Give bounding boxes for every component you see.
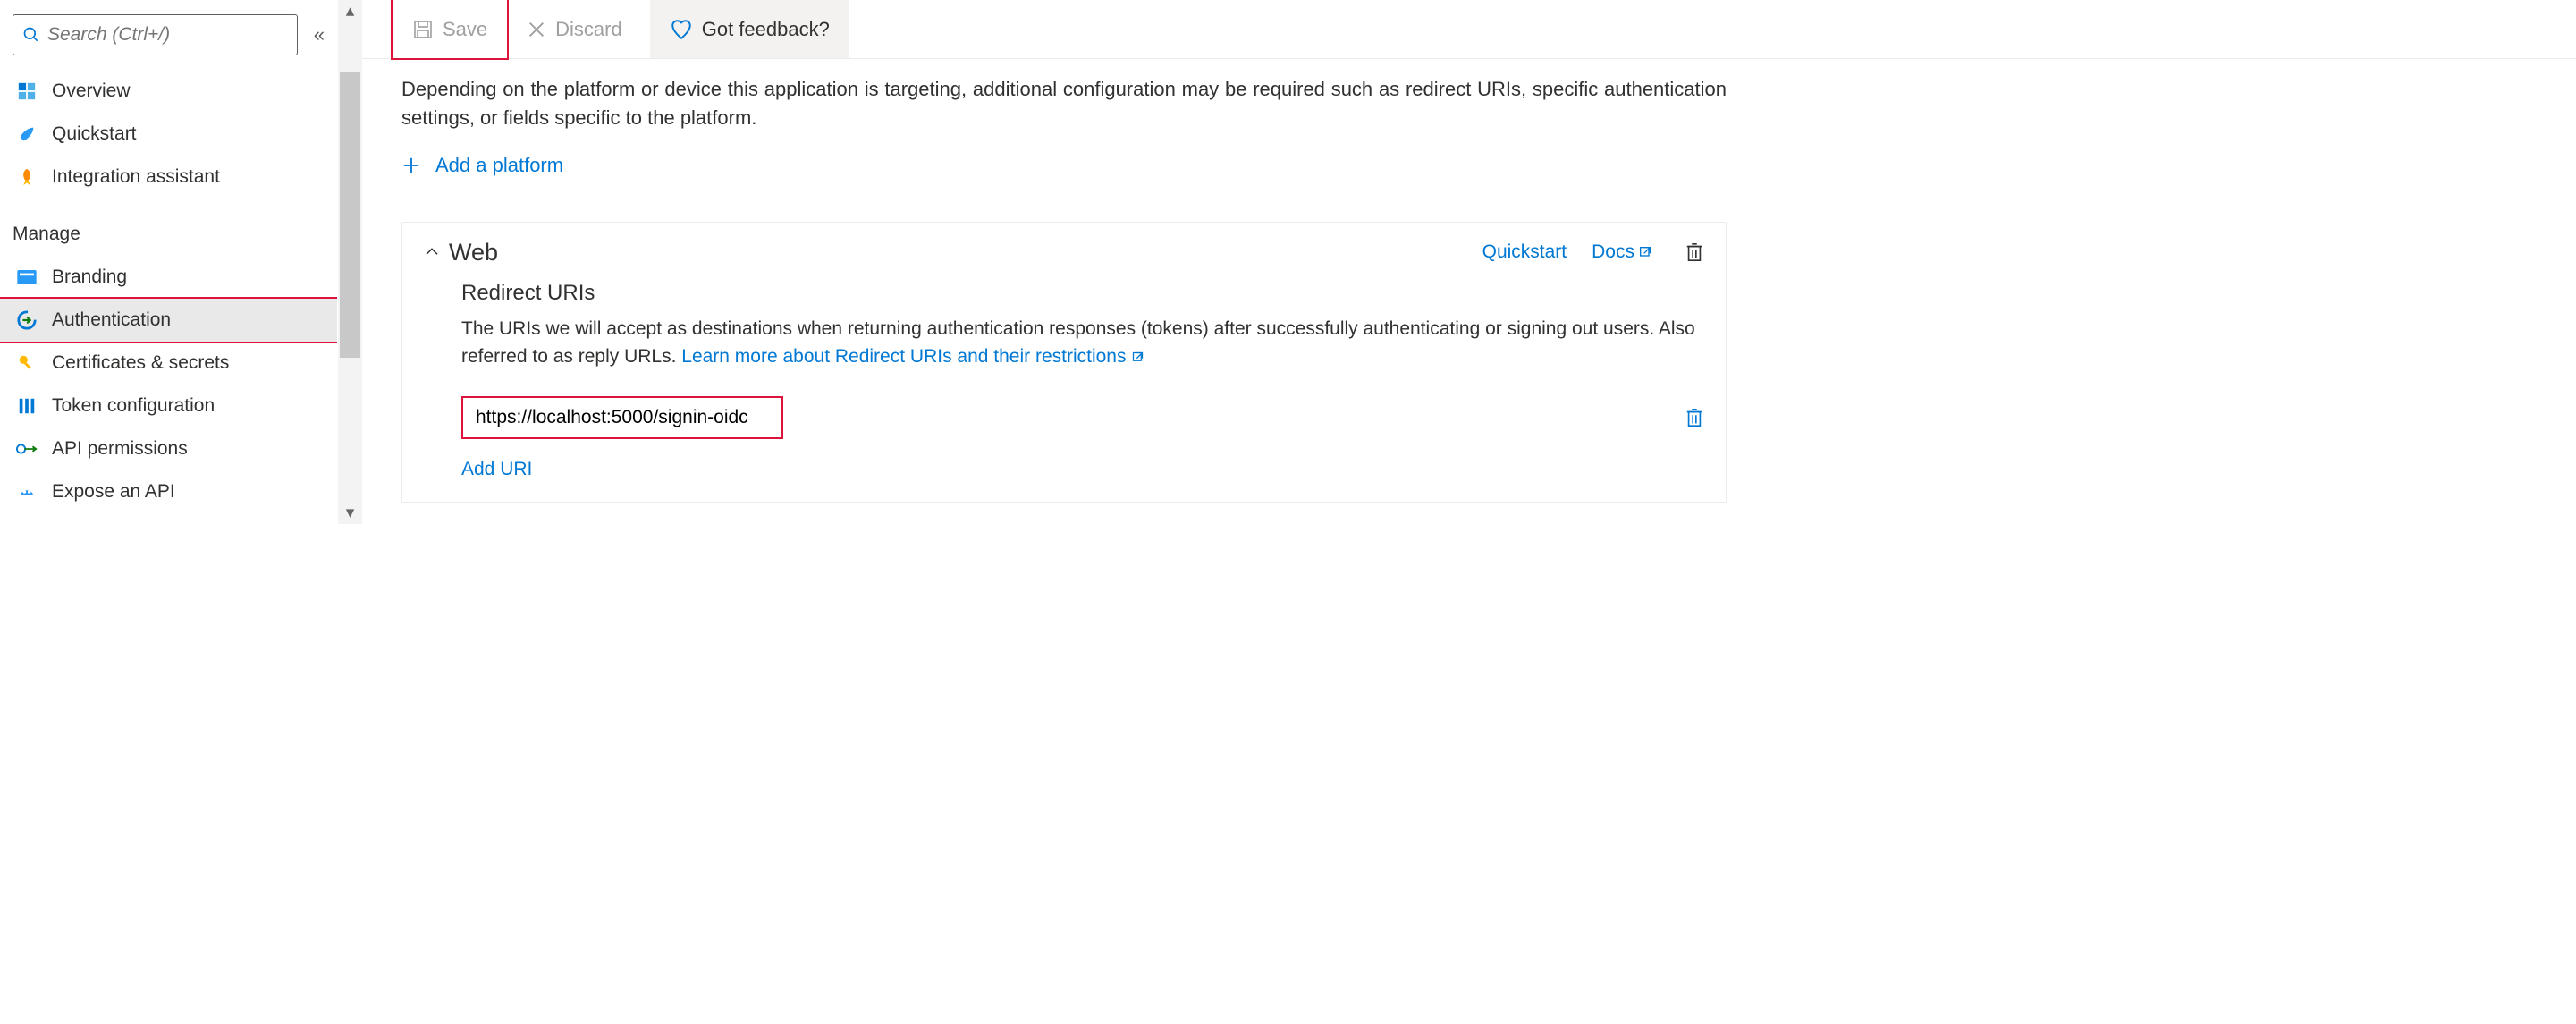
quickstart-icon	[16, 123, 38, 145]
save-icon	[412, 19, 434, 40]
sidebar-item-expose-api[interactable]: Expose an API	[0, 470, 337, 513]
sidebar-item-label: Expose an API	[52, 481, 175, 503]
intro-text: Depending on the platform or device this…	[401, 75, 1727, 132]
delete-uri-button[interactable]	[1685, 407, 1704, 428]
redirect-uris-description: The URIs we will accept as destinations …	[461, 315, 1704, 371]
rocket-icon	[16, 166, 38, 188]
sidebar-item-label: Authentication	[52, 309, 171, 331]
learn-more-link[interactable]: Learn more about Redirect URIs and their…	[681, 346, 1144, 367]
card-title: Web	[449, 239, 1457, 267]
add-platform-button[interactable]: Add a platform	[401, 154, 1727, 177]
collapse-card-icon[interactable]	[424, 244, 449, 260]
scroll-up-icon[interactable]: ▴	[338, 0, 362, 21]
search-box[interactable]	[13, 14, 298, 55]
sidebar-item-branding[interactable]: Branding	[0, 256, 337, 299]
discard-button[interactable]: Discard	[507, 0, 642, 58]
expose-api-icon	[16, 481, 38, 503]
sidebar-item-token-configuration[interactable]: Token configuration	[0, 385, 337, 427]
quickstart-link[interactable]: Quickstart	[1482, 241, 1567, 263]
redirect-uris-heading: Redirect URIs	[461, 281, 1704, 306]
external-link-icon	[1131, 351, 1144, 364]
sidebar-nav: Overview Quickstart Integration assistan…	[0, 70, 337, 513]
feedback-label: Got feedback?	[702, 18, 830, 41]
scroll-down-icon[interactable]: ▾	[338, 503, 362, 524]
sidebar-item-label: Certificates & secrets	[52, 352, 229, 374]
discard-icon	[527, 20, 546, 39]
sidebar-item-authentication[interactable]: Authentication	[0, 299, 337, 342]
main-content: Save Discard Got feedback? Depending on …	[362, 0, 2576, 524]
docs-link[interactable]: Docs	[1592, 241, 1652, 263]
redirect-uri-input[interactable]	[461, 396, 783, 439]
sidebar-scrollbar[interactable]: ▴ ▾	[337, 0, 362, 524]
sidebar-item-certificates-secrets[interactable]: Certificates & secrets	[0, 342, 337, 385]
permissions-icon	[16, 438, 38, 460]
save-label: Save	[443, 18, 487, 41]
sidebar-item-quickstart[interactable]: Quickstart	[0, 113, 337, 156]
overview-icon	[16, 80, 38, 102]
delete-platform-button[interactable]	[1685, 241, 1704, 263]
sidebar-item-label: API permissions	[52, 438, 188, 460]
discard-label: Discard	[555, 18, 622, 41]
toolbar: Save Discard Got feedback?	[362, 0, 2576, 59]
sidebar-section-manage: Manage	[0, 199, 337, 256]
external-link-icon	[1638, 245, 1652, 259]
sidebar-item-label: Quickstart	[52, 123, 137, 145]
sidebar-item-label: Overview	[52, 80, 131, 102]
sidebar-item-api-permissions[interactable]: API permissions	[0, 427, 337, 470]
sidebar: « Overview Quickstart Integration assist…	[0, 0, 337, 524]
scrollbar-thumb[interactable]	[340, 72, 360, 358]
search-icon	[22, 26, 40, 44]
sidebar-item-label: Integration assistant	[52, 166, 220, 188]
add-uri-button[interactable]: Add URI	[461, 459, 1704, 480]
sidebar-item-label: Token configuration	[52, 395, 215, 417]
sidebar-item-overview[interactable]: Overview	[0, 70, 337, 113]
collapse-sidebar-icon[interactable]: «	[308, 18, 325, 52]
search-input[interactable]	[47, 24, 288, 46]
add-platform-label: Add a platform	[435, 154, 563, 177]
platform-card-web: Web Quickstart Docs Redirect URIs The UR…	[401, 222, 1727, 503]
key-icon	[16, 352, 38, 374]
heart-icon	[670, 18, 693, 41]
sidebar-item-integration-assistant[interactable]: Integration assistant	[0, 156, 337, 199]
save-button[interactable]: Save	[393, 0, 507, 58]
feedback-button[interactable]: Got feedback?	[650, 0, 849, 58]
authentication-icon	[16, 309, 38, 331]
docs-label: Docs	[1592, 241, 1634, 263]
plus-icon	[401, 156, 421, 175]
branding-icon	[16, 267, 38, 288]
sidebar-item-label: Branding	[52, 267, 127, 288]
token-icon	[16, 395, 38, 417]
